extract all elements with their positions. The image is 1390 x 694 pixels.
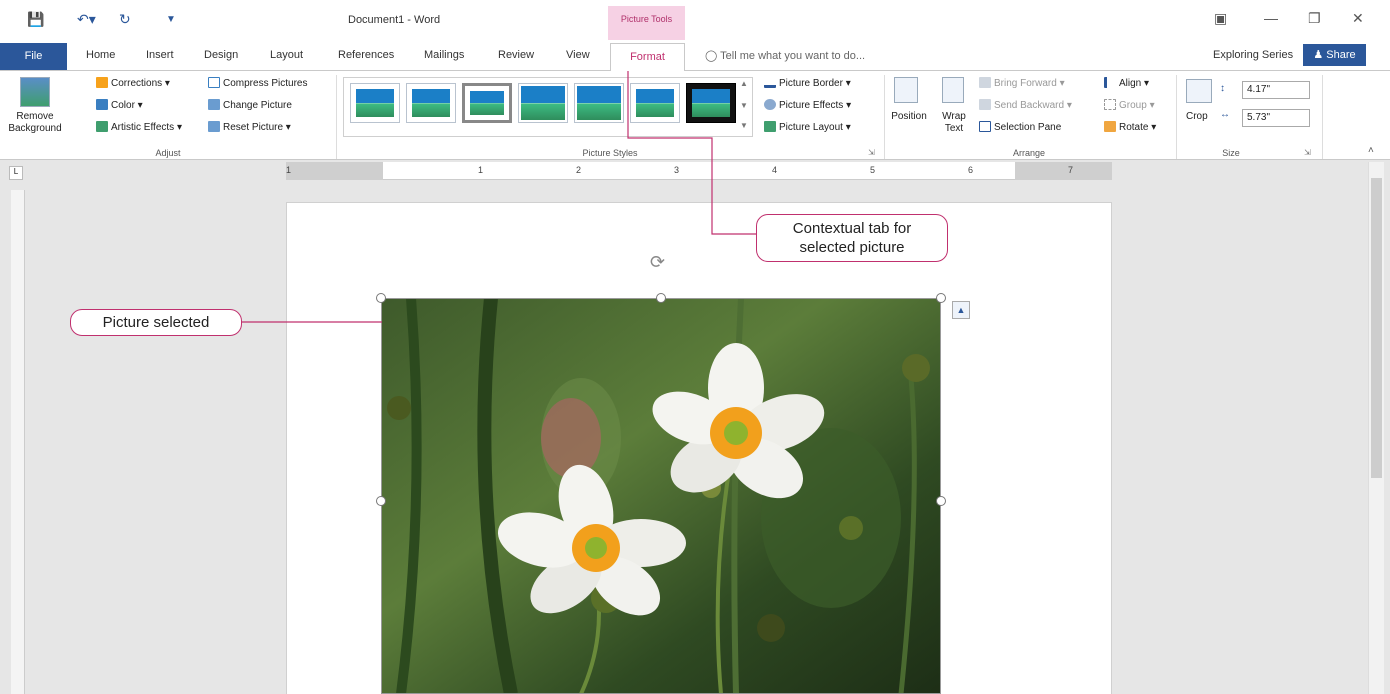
callout-lines xyxy=(240,57,756,323)
tab-format[interactable]: Format xyxy=(610,43,685,71)
callout-picture-selected: Picture selected xyxy=(70,309,242,336)
callout-contextual-tab: Contextual tab for selected picture xyxy=(756,214,948,262)
